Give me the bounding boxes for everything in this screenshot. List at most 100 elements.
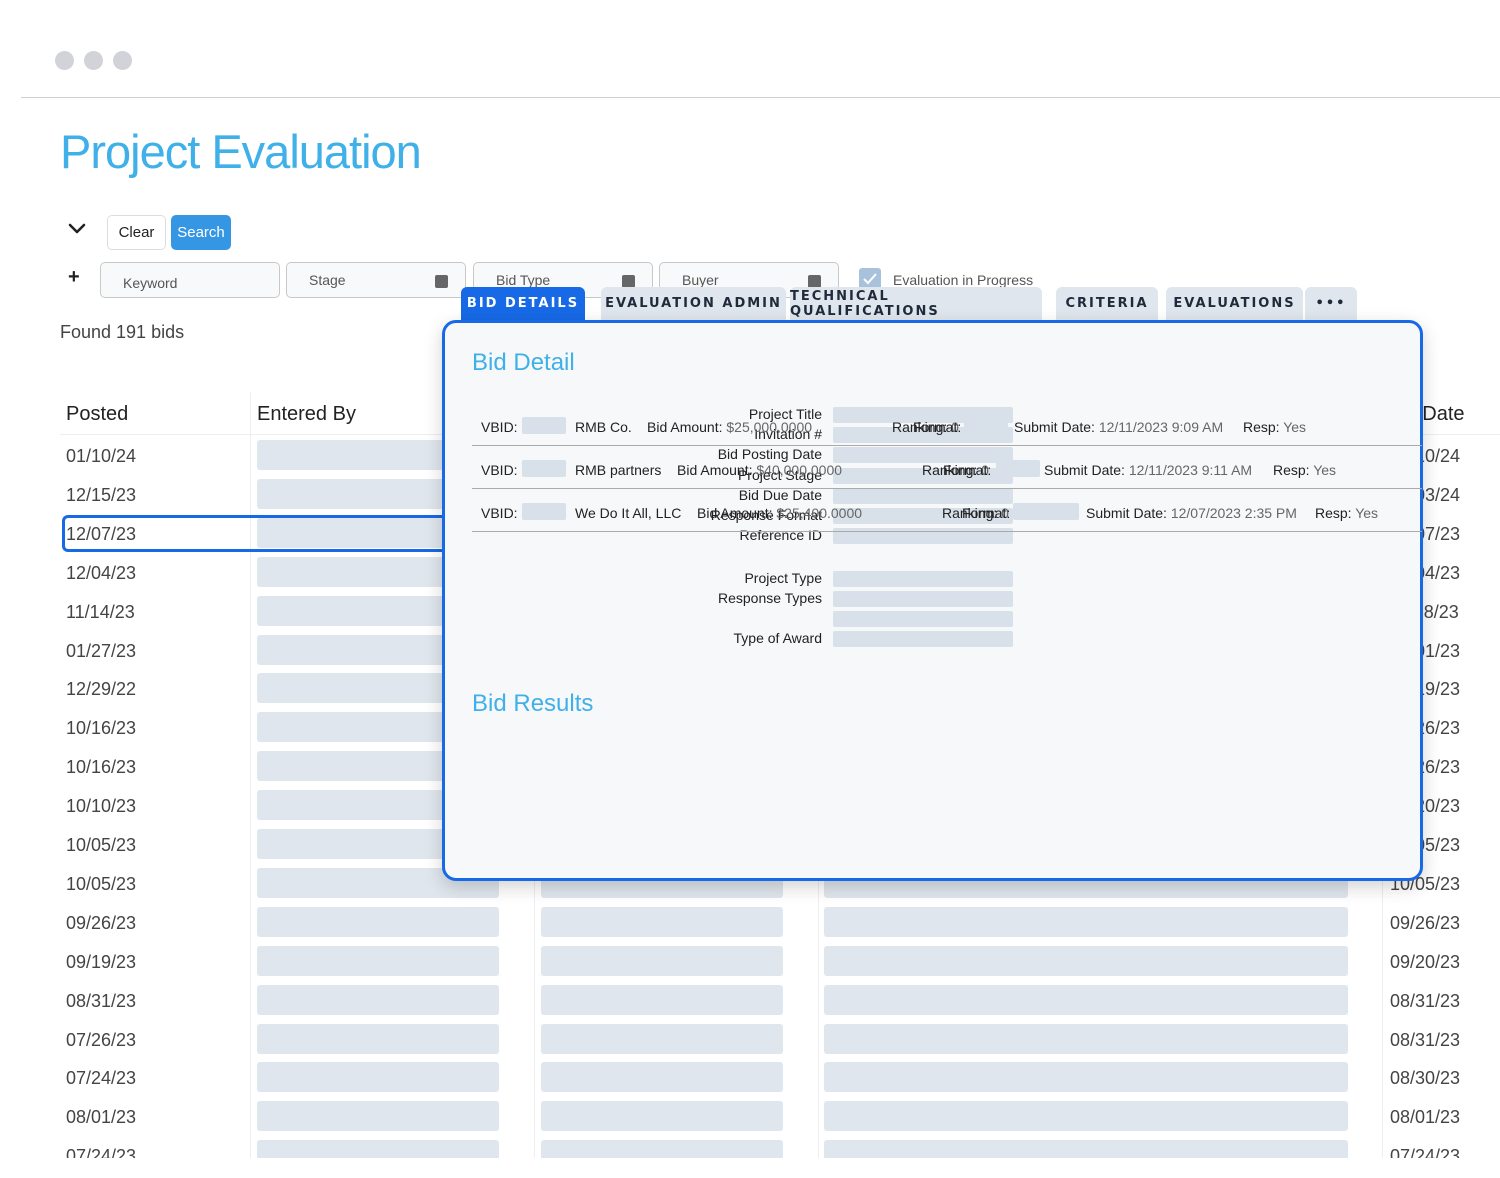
cell-placeholder [541, 906, 783, 937]
vendor-name: We Do It All, LLC [575, 505, 682, 521]
posted-date: 01/27/23 [66, 640, 137, 661]
submit-date-value: 12/07/2023 2:35 PM [1170, 505, 1297, 521]
bid-result-row[interactable]: VBID: RMB Co. Bid Amount: $25,000.0000 Rank… [472, 406, 1422, 446]
field-value-placeholder [833, 631, 1013, 647]
add-filter-plus-icon[interactable]: + [68, 266, 80, 289]
entered-by-placeholder [257, 1062, 499, 1093]
window-controls [55, 51, 132, 70]
bid-amount-value: $25,400.0000 [776, 505, 863, 521]
window-minimize-button[interactable] [84, 51, 103, 70]
cell-placeholder [541, 945, 783, 976]
field-label: Type of Award [733, 630, 822, 646]
bid-result-row[interactable]: VBID: We Do It All, LLC Bid Amount: $25,40… [472, 492, 1422, 532]
resp: Resp: Yes [1315, 505, 1378, 521]
buyer-placeholder: Buyer [682, 272, 719, 288]
tab-evaluations[interactable]: EVALUATIONS [1166, 287, 1303, 320]
posted-date: 10/05/23 [66, 873, 137, 894]
row-divider [472, 531, 1422, 532]
bid-result-row[interactable]: VBID: RMB partners Bid Amount: $40,000.000… [472, 449, 1422, 489]
format-label: Format: [913, 419, 962, 435]
column-header-posted[interactable]: Posted [66, 403, 128, 426]
tab-technical-qualifications[interactable]: TECHNICAL QUALIFICATIONS [790, 287, 1042, 320]
due-date: 08/31/23 [1390, 1029, 1461, 1050]
bid-amount-label: Bid Amount: [677, 462, 753, 478]
submit-date-label: Submit Date: [1044, 462, 1125, 478]
selected-row-outline [62, 514, 502, 552]
results-count: Found 191 bids [60, 322, 185, 342]
more-tabs-button[interactable]: ••• [1305, 287, 1357, 320]
table-row[interactable]: 07/26/23 08/31/23 [60, 1020, 1500, 1059]
field-value-placeholder [833, 591, 1013, 607]
field-label: Response Types [717, 590, 822, 606]
dropdown-square-icon [435, 275, 448, 288]
cell-placeholder [541, 1101, 783, 1132]
table-row[interactable]: 09/19/23 09/20/23 [60, 942, 1500, 981]
bid-amount: Bid Amount: $25,400.0000 [697, 505, 862, 521]
bid-amount: Bid Amount: $25,000.0000 [647, 419, 812, 435]
bid-amount-value: $40,000.0000 [756, 462, 843, 478]
stage-select[interactable]: Stage [286, 262, 466, 298]
tab-criteria[interactable]: CRITERIA [1056, 287, 1158, 320]
table-row[interactable]: 07/24/23 07/24/23 [60, 1136, 1500, 1158]
column-header-entered-by[interactable]: Entered By [257, 403, 356, 426]
posted-date: 11/14/23 [66, 601, 135, 622]
due-date: 09/26/23 [1390, 912, 1461, 933]
cell-placeholder [824, 1023, 1348, 1054]
due-date: 09/20/23 [1390, 951, 1461, 972]
search-button[interactable]: Search [171, 215, 231, 250]
window-close-button[interactable] [55, 51, 74, 70]
resp-value: Yes [1313, 462, 1337, 478]
field-value-placeholder [833, 571, 1013, 587]
table-row[interactable]: 07/24/23 08/30/23 [60, 1058, 1500, 1097]
vbid-value-placeholder [522, 417, 566, 434]
table-row[interactable]: 09/26/23 09/26/23 [60, 903, 1500, 942]
vendor-name: RMB Co. [575, 419, 632, 435]
chevron-down-icon[interactable] [68, 222, 86, 236]
bid-detail-panel: Bid Detail Project Title Invitation # Bid … [442, 320, 1423, 881]
resp-label: Resp: [1273, 462, 1310, 478]
vbid-value-placeholder [522, 460, 566, 477]
resp: Resp: Yes [1243, 419, 1306, 435]
submit-date-label: Submit Date: [1086, 505, 1167, 521]
resp-label: Resp: [1243, 419, 1280, 435]
resp-value: Yes [1355, 505, 1379, 521]
posted-date: 12/29/22 [66, 679, 137, 700]
posted-date: 09/26/23 [66, 912, 137, 933]
posted-date: 10/05/23 [66, 835, 137, 855]
cell-placeholder [541, 1023, 783, 1054]
format-value-placeholder [1013, 503, 1079, 520]
window-maximize-button[interactable] [113, 51, 132, 70]
cell-placeholder [541, 1140, 783, 1158]
cell-placeholder [824, 945, 1348, 976]
entered-by-placeholder [257, 906, 499, 937]
posted-date: 12/04/23 [66, 562, 137, 583]
tab-evaluation-admin[interactable]: EVALUATION ADMIN [601, 287, 786, 320]
keyword-placeholder: Keyword [123, 275, 178, 291]
table-row[interactable]: 08/01/23 08/01/23 [60, 1097, 1500, 1136]
submit-date: Submit Date: 12/07/2023 2:35 PM [1086, 505, 1297, 521]
due-date: 07/24/23 [1390, 1146, 1461, 1158]
format-label: Format: [962, 505, 1011, 521]
vbid-label: VBID: [481, 462, 518, 478]
tab-bid-details[interactable]: BID DETAILS [461, 287, 585, 320]
bid-amount-label: Bid Amount: [647, 419, 723, 435]
table-row[interactable]: 08/31/23 08/31/23 [60, 981, 1500, 1020]
keyword-input[interactable]: Keyword [100, 262, 280, 298]
posted-date: 10/16/23 [66, 757, 137, 778]
cell-placeholder [824, 1140, 1348, 1158]
due-date: 08/01/23 [1390, 1107, 1461, 1128]
posted-date: 01/10/24 [66, 446, 137, 466]
posted-date: 10/10/23 [66, 796, 137, 817]
clear-button[interactable]: Clear [107, 215, 166, 250]
posted-date: 08/31/23 [66, 990, 137, 1011]
header-divider [21, 97, 1500, 98]
entered-by-placeholder [257, 1140, 499, 1158]
cell-placeholder [541, 1062, 783, 1093]
resp-label: Resp: [1315, 505, 1352, 521]
posted-date: 09/19/23 [66, 951, 137, 972]
format-value-placeholder [964, 417, 1008, 434]
bid-amount-label: Bid Amount: [697, 505, 773, 521]
submit-date-value: 12/11/2023 9:11 AM [1128, 462, 1253, 478]
posted-date: 07/24/23 [66, 1068, 137, 1089]
vbid-label: VBID: [481, 505, 518, 521]
